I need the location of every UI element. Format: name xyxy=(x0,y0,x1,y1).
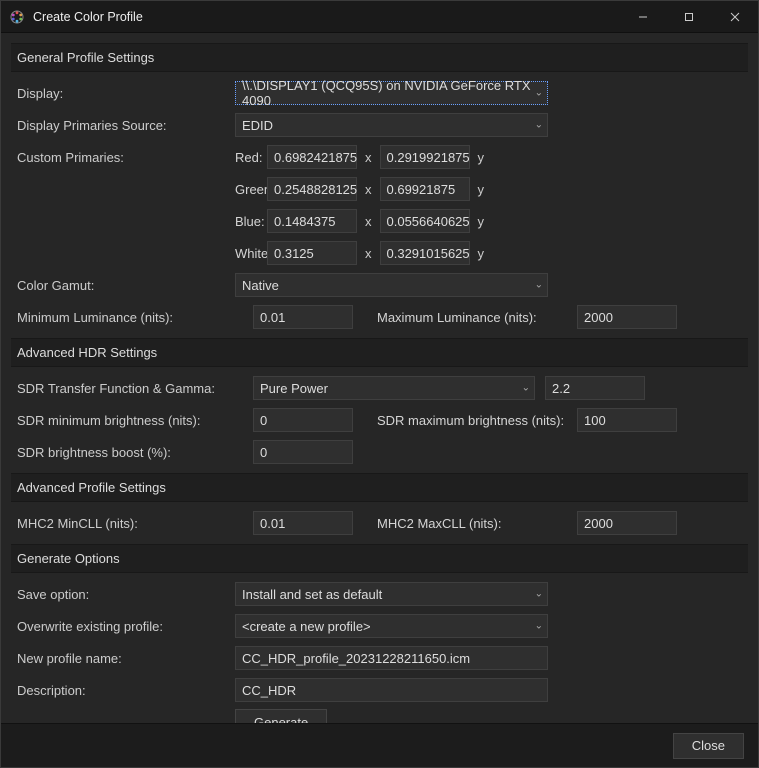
chevron-down-icon: ⌄ xyxy=(535,621,543,632)
label-new-profile: New profile name: xyxy=(17,651,235,666)
label-mhc2-min: MHC2 MinCLL (nits): xyxy=(17,516,253,531)
primaries-source-value: EDID xyxy=(242,118,273,133)
display-select-value: \\.\DISPLAY1 (QCQ95S) on NVIDIA GeForce … xyxy=(242,78,541,108)
label-sdr-transfer: SDR Transfer Function & Gamma: xyxy=(17,381,253,396)
window: Create Color Profile General Profile Set… xyxy=(0,0,759,768)
window-controls xyxy=(620,1,758,33)
red-x-input[interactable]: 0.6982421875 xyxy=(267,145,357,169)
chevron-down-icon: ⌄ xyxy=(535,88,543,99)
label-sdr-min-brightness: SDR minimum brightness (nits): xyxy=(17,413,253,428)
description-input[interactable]: CC_HDR xyxy=(235,678,548,702)
overwrite-select[interactable]: <create a new profile> ⌄ xyxy=(235,614,548,638)
maximize-button[interactable] xyxy=(666,1,712,33)
content-area: General Profile Settings Display: \\.\DI… xyxy=(1,33,758,723)
label-display: Display: xyxy=(17,86,235,101)
label-max-luminance: Maximum Luminance (nits): xyxy=(377,310,577,325)
primaries-source-select[interactable]: EDID ⌄ xyxy=(235,113,548,137)
close-button[interactable] xyxy=(712,1,758,33)
section-general: General Profile Settings xyxy=(11,43,748,72)
section-hdr: Advanced HDR Settings xyxy=(11,338,748,367)
sdr-transfer-select[interactable]: Pure Power ⌄ xyxy=(253,376,535,400)
label-green: Green: xyxy=(235,182,267,197)
chevron-down-icon: ⌄ xyxy=(522,383,530,394)
sdr-max-brightness-input[interactable]: 100 xyxy=(577,408,677,432)
blue-y-input[interactable]: 0.0556640625 xyxy=(380,209,470,233)
sdr-boost-input[interactable]: 0 xyxy=(253,440,353,464)
blue-x-input[interactable]: 0.1484375 xyxy=(267,209,357,233)
display-select[interactable]: \\.\DISPLAY1 (QCQ95S) on NVIDIA GeForce … xyxy=(235,81,548,105)
green-y-input[interactable]: 0.69921875 xyxy=(380,177,470,201)
mhc2-max-input[interactable]: 2000 xyxy=(577,511,677,535)
app-icon xyxy=(9,9,25,25)
red-y-input[interactable]: 0.2919921875 xyxy=(380,145,470,169)
generate-button[interactable]: Generate xyxy=(235,709,327,723)
save-option-select[interactable]: Install and set as default ⌄ xyxy=(235,582,548,606)
footer: Close xyxy=(1,723,758,767)
close-dialog-button[interactable]: Close xyxy=(673,733,744,759)
label-primaries-source: Display Primaries Source: xyxy=(17,118,235,133)
section-generate: Generate Options xyxy=(11,544,748,573)
label-save-option: Save option: xyxy=(17,587,235,602)
chevron-down-icon: ⌄ xyxy=(535,120,543,131)
white-y-input[interactable]: 0.3291015625 xyxy=(380,241,470,265)
chevron-down-icon: ⌄ xyxy=(535,280,543,291)
max-luminance-input[interactable]: 2000 xyxy=(577,305,677,329)
label-y: y xyxy=(470,150,493,165)
mhc2-min-input[interactable]: 0.01 xyxy=(253,511,353,535)
sdr-min-brightness-input[interactable]: 0 xyxy=(253,408,353,432)
white-x-input[interactable]: 0.3125 xyxy=(267,241,357,265)
label-x: x xyxy=(357,150,380,165)
label-description: Description: xyxy=(17,683,235,698)
sdr-gamma-input[interactable]: 2.2 xyxy=(545,376,645,400)
label-overwrite: Overwrite existing profile: xyxy=(17,619,235,634)
section-advanced-profile: Advanced Profile Settings xyxy=(11,473,748,502)
label-custom-primaries: Custom Primaries: xyxy=(17,150,235,165)
color-gamut-select[interactable]: Native ⌄ xyxy=(235,273,548,297)
label-red: Red: xyxy=(235,150,267,165)
label-color-gamut: Color Gamut: xyxy=(17,278,235,293)
window-title: Create Color Profile xyxy=(33,10,620,24)
titlebar: Create Color Profile xyxy=(1,1,758,33)
minimize-button[interactable] xyxy=(620,1,666,33)
chevron-down-icon: ⌄ xyxy=(535,589,543,600)
min-luminance-input[interactable]: 0.01 xyxy=(253,305,353,329)
label-sdr-boost: SDR brightness boost (%): xyxy=(17,445,253,460)
label-blue: Blue: xyxy=(235,214,267,229)
green-x-input[interactable]: 0.2548828125 xyxy=(267,177,357,201)
label-sdr-max-brightness: SDR maximum brightness (nits): xyxy=(377,413,577,428)
label-white: White: xyxy=(235,246,267,261)
label-mhc2-max: MHC2 MaxCLL (nits): xyxy=(377,516,577,531)
label-min-luminance: Minimum Luminance (nits): xyxy=(17,310,253,325)
new-profile-input[interactable]: CC_HDR_profile_20231228211650.icm xyxy=(235,646,548,670)
